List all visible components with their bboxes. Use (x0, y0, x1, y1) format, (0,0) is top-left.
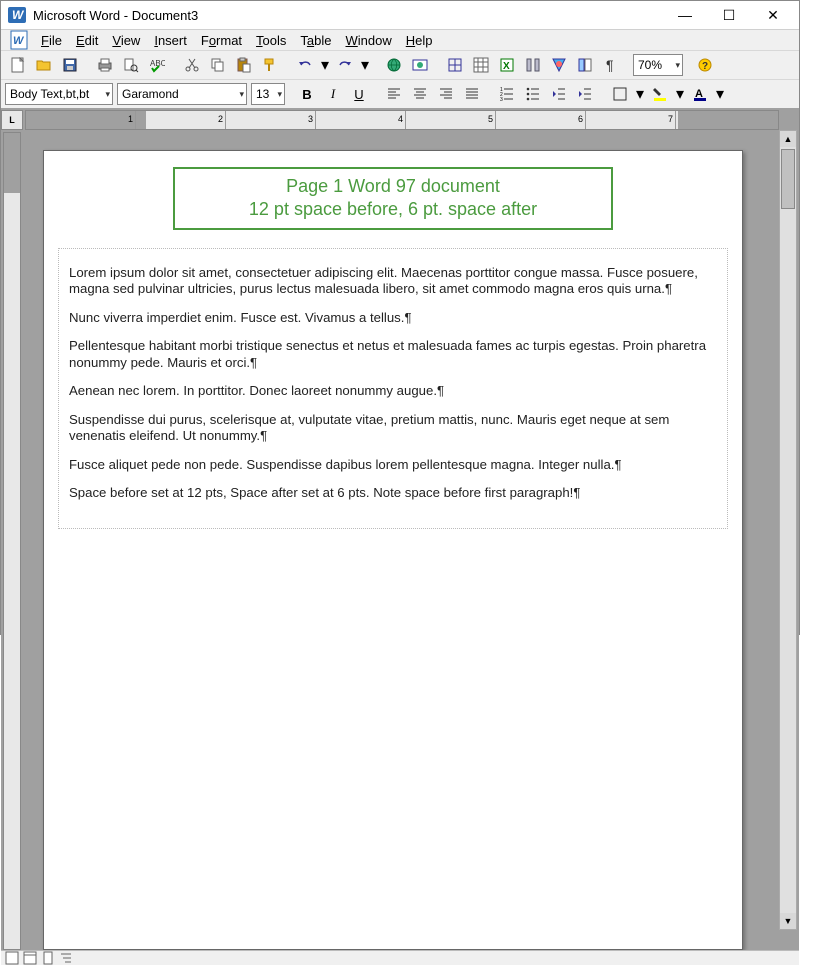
show-formatting-button[interactable]: ¶ (599, 53, 623, 77)
document-text-area[interactable]: Lorem ipsum dolor sit amet, consectetuer… (58, 248, 728, 529)
paragraph: Pellentesque habitant morbi tristique se… (69, 338, 717, 371)
horizontal-ruler[interactable]: 1 2 3 4 5 6 7 (25, 110, 779, 130)
undo-button[interactable] (293, 53, 317, 77)
cut-button[interactable] (180, 53, 204, 77)
decrease-indent-button[interactable] (547, 82, 571, 106)
hyperlink-button[interactable] (382, 53, 406, 77)
view-page-icon[interactable] (41, 951, 55, 965)
view-normal-icon[interactable] (5, 951, 19, 965)
menu-window[interactable]: Window (340, 31, 398, 50)
annotation-line1: Page 1 Word 97 document (205, 175, 581, 198)
menu-edit[interactable]: Edit (70, 31, 104, 50)
italic-button[interactable]: I (321, 82, 345, 106)
minimize-button[interactable]: — (663, 1, 707, 29)
numbered-list-button[interactable]: 123 (495, 82, 519, 106)
format-painter-button[interactable] (258, 53, 282, 77)
menu-help[interactable]: Help (400, 31, 439, 50)
pilcrow-icon: ¶ (250, 355, 257, 370)
columns-button[interactable] (521, 53, 545, 77)
pilcrow-icon: ¶ (260, 428, 267, 443)
paragraph: Suspendisse dui purus, scelerisque at, v… (69, 412, 717, 445)
doc-map-button[interactable] (573, 53, 597, 77)
highlight-button[interactable] (648, 82, 672, 106)
style-dropdown[interactable]: Body Text,bt,bt (5, 83, 113, 105)
tables-borders-button[interactable] (443, 53, 467, 77)
scroll-up-button[interactable]: ▲ (780, 131, 796, 147)
word-app-icon: W (7, 5, 27, 25)
copy-button[interactable] (206, 53, 230, 77)
paragraph: Space before set at 12 pts, Space after … (69, 485, 717, 502)
print-button[interactable] (93, 53, 117, 77)
svg-text:X: X (503, 61, 510, 72)
menu-file[interactable]: File (35, 31, 68, 50)
menu-table[interactable]: Table (294, 31, 337, 50)
maximize-button[interactable]: ☐ (707, 1, 751, 29)
paragraph: Fusce aliquet pede non pede. Suspendisse… (69, 457, 717, 474)
redo-dropdown[interactable]: ▾ (359, 53, 371, 77)
font-color-dropdown[interactable]: ▾ (714, 82, 726, 106)
vertical-scrollbar[interactable]: ▲ ▼ (779, 130, 797, 930)
svg-text:¶: ¶ (606, 57, 614, 73)
zoom-dropdown[interactable]: 70% (633, 54, 683, 76)
pilcrow-icon: ¶ (614, 457, 621, 472)
view-outline-icon[interactable] (59, 951, 73, 965)
svg-text:?: ? (702, 61, 708, 72)
view-layout-icon[interactable] (23, 951, 37, 965)
tab-selector[interactable]: L (1, 110, 23, 130)
web-toolbar-button[interactable] (408, 53, 432, 77)
document-page[interactable]: Page 1 Word 97 document 12 pt space befo… (43, 150, 743, 950)
borders-dropdown[interactable]: ▾ (634, 82, 646, 106)
paragraph: Nunc viverra imperdiet enim. Fusce est. … (69, 310, 717, 327)
annotation-line2: 12 pt space before, 6 pt. space after (205, 198, 581, 221)
align-right-button[interactable] (434, 82, 458, 106)
font-dropdown[interactable]: Garamond (117, 83, 247, 105)
highlight-dropdown[interactable]: ▾ (674, 82, 686, 106)
save-button[interactable] (58, 53, 82, 77)
open-button[interactable] (32, 53, 56, 77)
close-button[interactable]: ✕ (751, 1, 795, 29)
scroll-down-button[interactable]: ▼ (780, 913, 796, 929)
font-color-button[interactable]: A (688, 82, 712, 106)
window-title: Microsoft Word - Document3 (33, 8, 663, 23)
undo-dropdown[interactable]: ▾ (319, 53, 331, 77)
word-doc-icon: W (9, 30, 29, 50)
paragraph: Lorem ipsum dolor sit amet, consectetuer… (69, 265, 717, 298)
drawing-button[interactable] (547, 53, 571, 77)
align-left-button[interactable] (382, 82, 406, 106)
pilcrow-icon: ¶ (573, 485, 580, 500)
underline-button[interactable]: U (347, 82, 371, 106)
svg-text:W: W (12, 8, 25, 22)
insert-table-button[interactable] (469, 53, 493, 77)
scroll-thumb[interactable] (781, 149, 795, 209)
paragraph: Aenean nec lorem. In porttitor. Donec la… (69, 383, 717, 400)
bullet-list-button[interactable] (521, 82, 545, 106)
pilcrow-icon: ¶ (404, 310, 411, 325)
vertical-ruler[interactable] (3, 132, 21, 950)
menu-view[interactable]: View (106, 31, 146, 50)
menu-insert[interactable]: Insert (148, 31, 193, 50)
justify-button[interactable] (460, 82, 484, 106)
help-button[interactable]: ? (693, 53, 717, 77)
align-center-button[interactable] (408, 82, 432, 106)
increase-indent-button[interactable] (573, 82, 597, 106)
pilcrow-icon: ¶ (665, 281, 672, 296)
svg-text:W: W (13, 35, 25, 47)
menu-tools[interactable]: Tools (250, 31, 292, 50)
redo-button[interactable] (333, 53, 357, 77)
svg-text:3: 3 (500, 97, 503, 102)
paste-button[interactable] (232, 53, 256, 77)
font-size-dropdown[interactable]: 13 (251, 83, 285, 105)
annotation-box: Page 1 Word 97 document 12 pt space befo… (173, 167, 613, 230)
print-preview-button[interactable] (119, 53, 143, 77)
pilcrow-icon: ¶ (437, 383, 444, 398)
new-button[interactable] (6, 53, 30, 77)
spellcheck-button[interactable]: ABC (145, 53, 169, 77)
bold-button[interactable]: B (295, 82, 319, 106)
borders-button[interactable] (608, 82, 632, 106)
menu-format[interactable]: Format (195, 31, 248, 50)
excel-button[interactable]: X (495, 53, 519, 77)
